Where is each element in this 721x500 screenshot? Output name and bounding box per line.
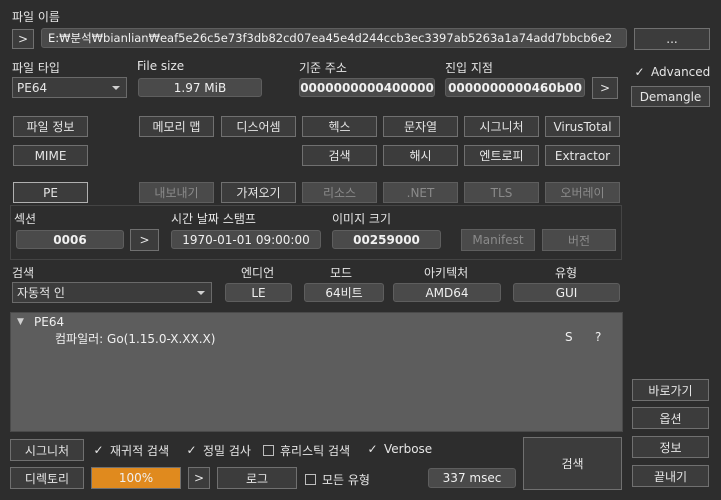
entry-point-label: 진입 지점	[445, 61, 493, 75]
options-button[interactable]: 옵션	[632, 407, 709, 429]
section-label: 섹션	[14, 212, 37, 226]
demangle-button[interactable]: Demangle	[631, 86, 710, 107]
tree-root[interactable]: PE64	[34, 315, 64, 329]
checkmark-icon: ✓	[186, 443, 197, 457]
about-button[interactable]: 정보	[632, 436, 709, 458]
verbose-checkbox[interactable]: ✓ Verbose	[367, 442, 432, 456]
overlay-button[interactable]: 오버레이	[545, 182, 620, 203]
type-label: 유형	[555, 266, 578, 280]
extractor-button[interactable]: Extractor	[545, 145, 620, 166]
file-type-label: 파일 타입	[12, 61, 60, 75]
signatures-button[interactable]: 시그니처	[464, 116, 539, 137]
checkmark-icon: ✓	[367, 441, 378, 456]
image-size-field: 00259000	[332, 230, 441, 249]
timestamp-field: 1970-01-01 09:00:00	[171, 230, 321, 249]
deep-scan-checkbox[interactable]: ✓ 정밀 검사	[186, 442, 251, 459]
heuristic-checkbox[interactable]: 휴리스틱 검색	[263, 442, 350, 459]
section-nav-button[interactable]: >	[130, 229, 159, 251]
endian-field: LE	[225, 283, 292, 302]
base-address-field[interactable]: 0000000000400000	[299, 78, 435, 97]
hex-button[interactable]: 헥스	[302, 116, 377, 137]
browse-button[interactable]: ...	[634, 28, 710, 50]
verbose-label: Verbose	[384, 442, 433, 456]
mode-label: 모드	[330, 266, 353, 280]
file-info-button[interactable]: 파일 정보	[13, 116, 88, 137]
strings-button[interactable]: 문자열	[383, 116, 458, 137]
tree-item-flag[interactable]: S	[565, 330, 573, 344]
advanced-label: Advanced	[651, 65, 711, 79]
memory-map-button[interactable]: 메모리 맵	[139, 116, 214, 137]
arch-label: 아키텍처	[424, 266, 469, 280]
disasm-button[interactable]: 디스어셈	[221, 116, 296, 137]
deep-scan-label: 정밀 검사	[203, 444, 251, 458]
progress-bar: 100%	[91, 467, 181, 489]
search-button[interactable]: 검색	[302, 145, 377, 166]
entry-point-nav-button[interactable]: >	[592, 77, 618, 99]
chevron-down-icon	[112, 85, 120, 90]
virustotal-button[interactable]: VirusTotal	[545, 116, 620, 137]
heuristic-label: 휴리스틱 검색	[280, 444, 351, 458]
tree-item[interactable]: 컴파일러: Go(1.15.0-X.XX.X)	[55, 330, 215, 347]
pe-button[interactable]: PE	[13, 182, 88, 203]
timestamp-label: 시간 날짜 스탬프	[171, 212, 256, 226]
checkmark-icon: ✓	[634, 64, 645, 79]
base-address-label: 기준 주소	[299, 61, 347, 75]
file-nav-button[interactable]: >	[12, 29, 34, 49]
progress-nav-button[interactable]: >	[188, 467, 210, 489]
file-type-select[interactable]: PE64	[12, 77, 127, 98]
progress-text: 100%	[118, 471, 154, 485]
version-button[interactable]: 버전	[542, 229, 616, 251]
all-types-label: 모든 유형	[322, 473, 370, 487]
arch-field: AMD64	[393, 283, 501, 302]
file-size-label: File size	[137, 59, 185, 73]
section-count-field: 0006	[16, 230, 124, 249]
advanced-checkbox[interactable]: ✓ Advanced	[634, 65, 710, 79]
file-type-value: PE64	[17, 80, 48, 95]
entry-point-field[interactable]: 0000000000460b00	[445, 78, 585, 97]
image-size-label: 이미지 크기	[332, 212, 392, 226]
checkbox-empty-icon	[305, 474, 316, 485]
signature-button[interactable]: 시그니처	[10, 439, 84, 461]
imports-button[interactable]: 가져오기	[221, 182, 296, 203]
all-types-checkbox[interactable]: 모든 유형	[305, 471, 370, 488]
scan-button[interactable]: 검색	[523, 437, 622, 490]
mime-button[interactable]: MIME	[13, 145, 88, 166]
recursive-label: 재귀적 검색	[110, 444, 170, 458]
file-size-field: 1.97 MiB	[138, 78, 262, 97]
expander-icon[interactable]: ▼	[17, 317, 24, 327]
shortcut-button[interactable]: 바로가기	[632, 379, 709, 401]
checkmark-icon: ✓	[93, 443, 104, 457]
scan-mode-select[interactable]: 자동적 인	[12, 282, 212, 303]
results-tree[interactable]: ▼ PE64 컴파일러: Go(1.15.0-X.XX.X) S ?	[10, 312, 623, 432]
tree-item-info[interactable]: ?	[595, 330, 601, 344]
resources-button[interactable]: 리소스	[302, 182, 377, 203]
dotnet-button[interactable]: .NET	[383, 182, 458, 203]
endian-label: 엔디언	[241, 266, 275, 280]
log-button[interactable]: 로그	[217, 467, 297, 489]
manifest-button[interactable]: Manifest	[461, 229, 535, 251]
elapsed-time-field: 337 msec	[428, 468, 516, 488]
scan-label: 검색	[12, 266, 35, 280]
file-name-label: 파일 이름	[12, 10, 60, 24]
scan-mode-value: 자동적 인	[17, 286, 65, 300]
hash-button[interactable]: 해시	[383, 145, 458, 166]
file-path-field[interactable]: E:₩분석₩bianlian₩eaf5e26c5e73f3db82cd07ea4…	[41, 28, 627, 48]
type-field: GUI	[513, 283, 620, 302]
chevron-down-icon	[197, 290, 205, 295]
tls-button[interactable]: TLS	[464, 182, 539, 203]
exports-button[interactable]: 내보내기	[139, 182, 214, 203]
checkbox-empty-icon	[263, 445, 274, 456]
mode-field: 64비트	[304, 283, 384, 302]
entropy-button[interactable]: 엔트로피	[464, 145, 539, 166]
recursive-checkbox[interactable]: ✓ 재귀적 검색	[93, 442, 169, 459]
directory-button[interactable]: 디렉토리	[10, 467, 84, 489]
exit-button[interactable]: 끝내기	[632, 465, 709, 487]
